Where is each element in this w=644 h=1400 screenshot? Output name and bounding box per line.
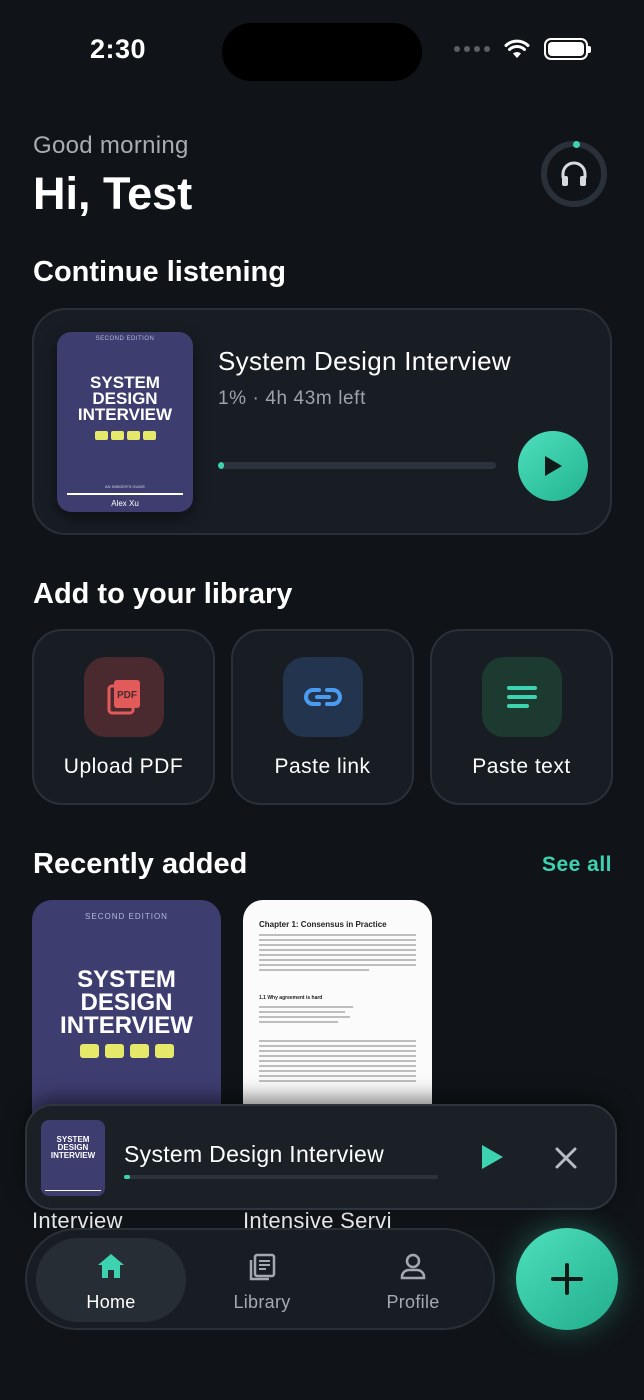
text-lines-icon xyxy=(482,657,562,737)
cover-illustration xyxy=(32,1044,221,1058)
page-title: Hi, Test xyxy=(33,168,193,219)
recent-item-label: Interview xyxy=(32,1208,123,1228)
upload-pdf-label: Upload PDF xyxy=(63,755,184,778)
play-icon xyxy=(545,456,562,476)
signal-icon xyxy=(454,46,490,52)
doc-text-block xyxy=(259,1040,416,1085)
nav-item-home[interactable]: Home xyxy=(36,1238,186,1322)
bottom-nav: Home Library Profile xyxy=(25,1228,495,1330)
cover-author: Alex Xu xyxy=(111,499,139,508)
library-icon xyxy=(249,1253,276,1281)
listening-status-button[interactable] xyxy=(541,141,607,207)
paste-link-label: Paste link xyxy=(274,755,371,778)
cover-title: SYSTEM DESIGN INTERVIEW xyxy=(60,966,193,1039)
progress-dot xyxy=(573,141,580,148)
upload-pdf-card[interactable]: PDF Upload PDF xyxy=(32,629,215,805)
see-all-link[interactable]: See all xyxy=(542,853,612,877)
recently-added-heading: Recently added xyxy=(33,848,248,880)
svg-text:PDF: PDF xyxy=(117,690,137,701)
mini-player-progress[interactable] xyxy=(124,1175,438,1179)
headphones-icon xyxy=(561,161,587,186)
book-cover: SECOND EDITION SYSTEM DESIGN INTERVIEW A… xyxy=(57,332,193,512)
nav-label-library: Library xyxy=(233,1292,291,1312)
battery-icon xyxy=(544,38,591,60)
nav-label-home: Home xyxy=(86,1292,136,1312)
cover-edition: SECOND EDITION xyxy=(95,336,155,342)
continue-listening-card[interactable]: SECOND EDITION SYSTEM DESIGN INTERVIEW A… xyxy=(32,308,612,535)
add-button[interactable] xyxy=(516,1228,618,1330)
home-icon xyxy=(98,1254,124,1278)
paste-link-card[interactable]: Paste link xyxy=(231,629,414,805)
play-icon[interactable] xyxy=(477,1142,507,1172)
plus-icon xyxy=(551,1263,583,1295)
status-icons xyxy=(454,38,591,60)
dynamic-island xyxy=(222,23,422,81)
recent-item-document[interactable]: Chapter 1: Consensus in Practice 1.1 Why… xyxy=(243,900,432,1115)
play-button[interactable] xyxy=(518,431,588,501)
mini-player-cover: SYSTEM DESIGN INTERVIEW xyxy=(41,1120,105,1196)
mini-player[interactable]: SYSTEM DESIGN INTERVIEW System Design In… xyxy=(25,1104,617,1210)
cover-title: SYSTEM DESIGN INTERVIEW xyxy=(77,373,173,424)
add-library-heading: Add to your library xyxy=(33,578,293,610)
pdf-icon: PDF xyxy=(84,657,164,737)
link-icon xyxy=(283,657,363,737)
nav-item-profile[interactable]: Profile xyxy=(338,1238,488,1322)
cover-edition: SECOND EDITION xyxy=(85,912,168,921)
close-icon[interactable] xyxy=(552,1144,580,1172)
nav-item-library[interactable]: Library xyxy=(187,1238,337,1322)
wifi-icon xyxy=(504,39,530,58)
cover-title: SYSTEM DESIGN INTERVIEW xyxy=(50,1135,96,1160)
doc-subheading: 1.1 Why agreement is hard xyxy=(259,995,323,1001)
book-title: System Design Interview xyxy=(218,346,512,376)
status-time: 2:30 xyxy=(90,34,147,64)
doc-text-block xyxy=(259,1006,416,1026)
doc-text-block xyxy=(259,934,416,974)
cover-subtitle: AN INSIDER'S GUIDE xyxy=(104,484,146,489)
paste-text-label: Paste text xyxy=(472,755,571,778)
greeting-text: Good morning xyxy=(33,132,189,159)
recent-item-system-design[interactable]: SECOND EDITION SYSTEM DESIGN INTERVIEW xyxy=(32,900,221,1115)
cover-illustration xyxy=(57,431,193,440)
nav-label-profile: Profile xyxy=(386,1292,440,1312)
mini-player-title: System Design Interview xyxy=(124,1141,384,1167)
profile-icon xyxy=(400,1253,426,1280)
continue-listening-heading: Continue listening xyxy=(33,256,286,288)
add-library-row: PDF Upload PDF Paste link Paste text xyxy=(32,629,613,805)
doc-heading: Chapter 1: Consensus in Practice xyxy=(259,920,387,929)
progress-text: 1% · 4h 43m left xyxy=(218,388,366,409)
listening-progress-bar[interactable] xyxy=(218,462,496,469)
paste-text-card[interactable]: Paste text xyxy=(430,629,613,805)
recent-item-label: Intensive Servi xyxy=(243,1208,392,1228)
